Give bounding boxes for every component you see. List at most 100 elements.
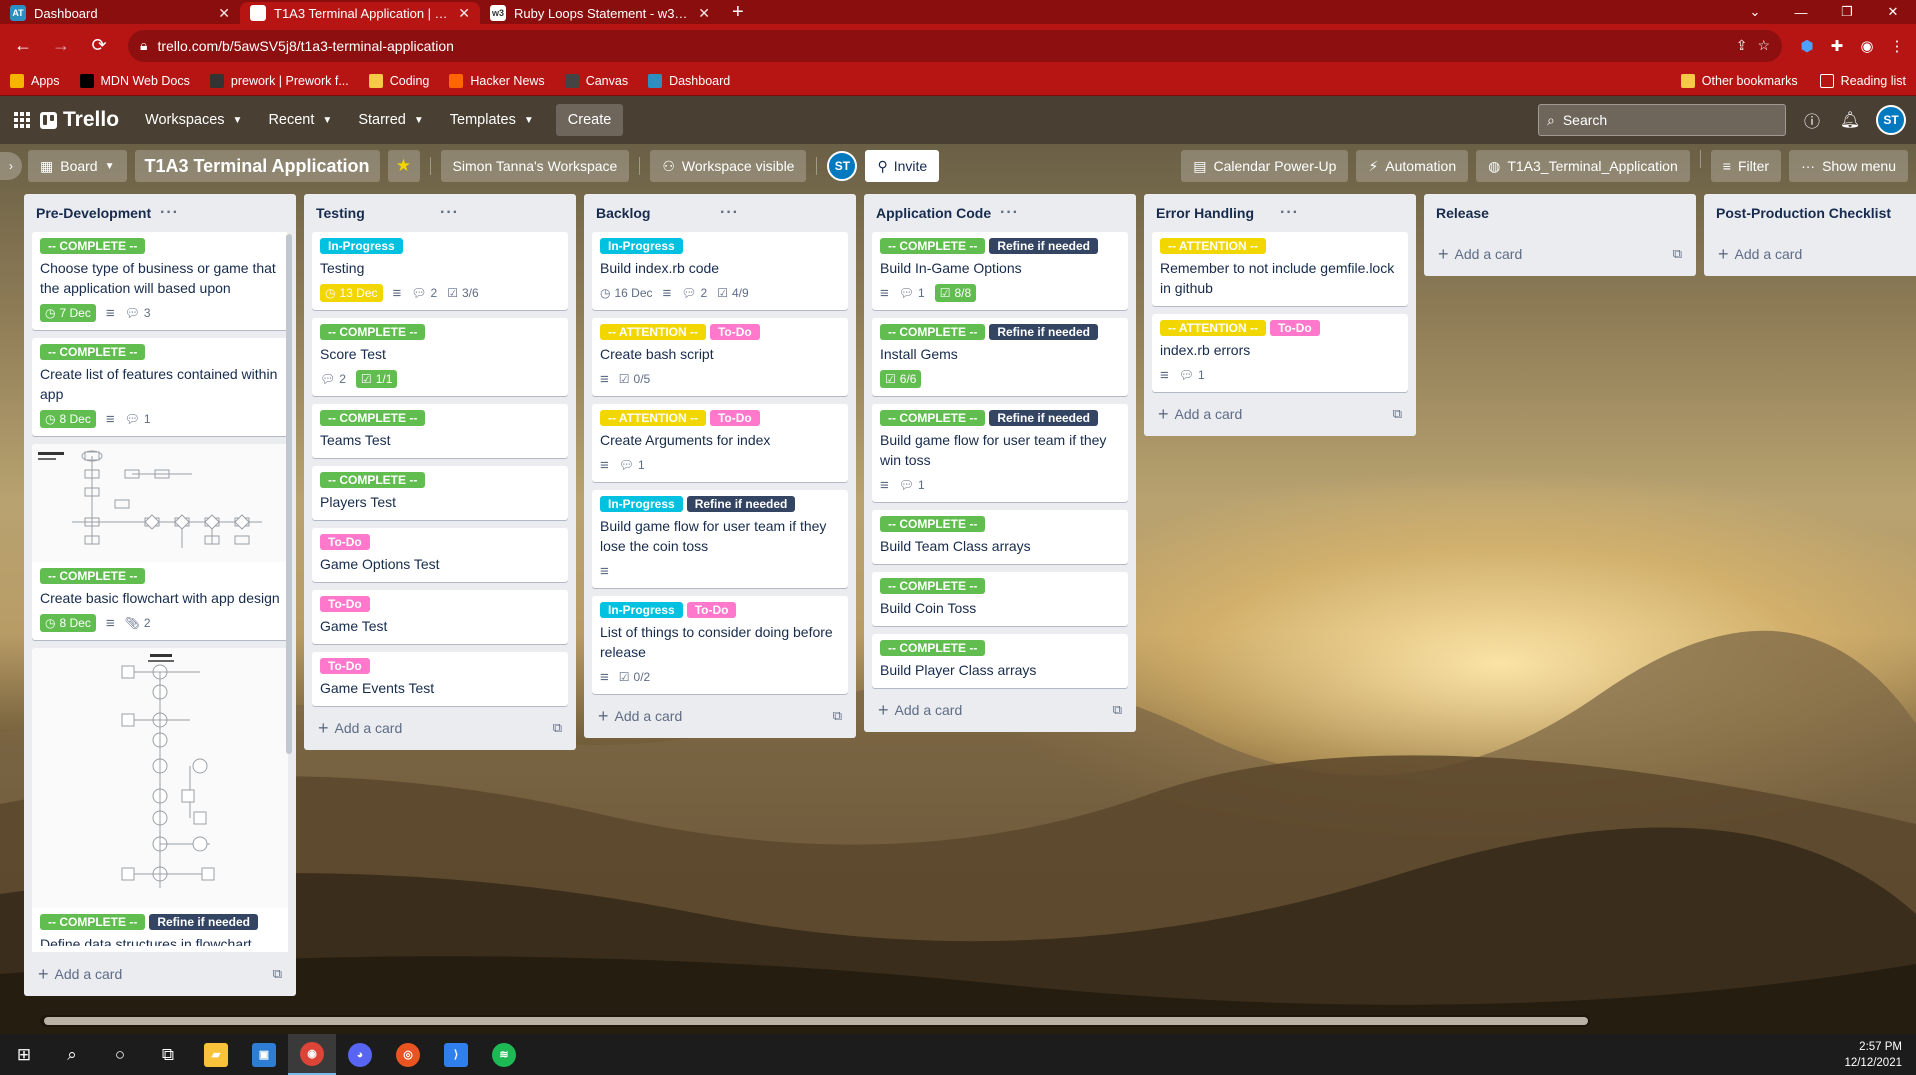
card[interactable]: -- COMPLETE -- Create list of features co… (32, 338, 288, 436)
list-title[interactable]: Pre-Development (36, 205, 160, 221)
show-menu-button[interactable]: ··· Show menu (1789, 150, 1908, 182)
extensions-puzzle-icon[interactable]: ✚ (1826, 35, 1848, 57)
taskbar-app-discord[interactable]: ◕ (336, 1034, 384, 1075)
scrollbar-thumb[interactable] (44, 1017, 1588, 1025)
bookmark-item[interactable]: Canvas (564, 74, 628, 88)
bookmark-item[interactable]: Hacker News (449, 74, 545, 88)
card[interactable]: To-Do Game Events Test (312, 652, 568, 706)
create-button[interactable]: Create (555, 104, 624, 136)
card-label[interactable]: -- COMPLETE -- (40, 568, 146, 584)
card-label[interactable]: -- COMPLETE -- (880, 238, 986, 254)
search-input[interactable]: ⌕ Search (1538, 104, 1786, 136)
card-label[interactable]: To-Do (320, 534, 370, 550)
new-tab-button[interactable]: + (720, 2, 756, 24)
list-header[interactable]: Post-Production Checklist (1704, 194, 1916, 232)
card-label[interactable]: -- COMPLETE -- (320, 410, 426, 426)
list-title[interactable]: Backlog (596, 205, 720, 221)
nav-recent[interactable]: Recent ▼ (258, 104, 342, 136)
card[interactable]: -- COMPLETE -- Refine if needed Build In-G… (872, 232, 1128, 310)
notifications-bell-icon[interactable]: 🔔︎ (1838, 108, 1862, 132)
due-date-badge[interactable]: ◷ 8 Dec (40, 410, 96, 428)
card-label[interactable]: -- COMPLETE -- (880, 410, 986, 426)
card[interactable]: -- COMPLETE -- Players Test (312, 466, 568, 520)
card-label[interactable]: In-Progress (600, 496, 683, 512)
card[interactable]: -- COMPLETE -- Teams Test (312, 404, 568, 458)
card-label[interactable]: To-Do (709, 410, 760, 426)
card[interactable]: In-Progress Refine if needed Build game fl… (592, 490, 848, 588)
bookmark-item[interactable]: Coding (368, 74, 429, 88)
card-label[interactable]: -- COMPLETE -- (880, 324, 986, 340)
card[interactable]: -- COMPLETE -- Refine if needed Install Ge… (872, 318, 1128, 396)
back-icon[interactable]: ← (8, 31, 38, 61)
card-label[interactable]: In-Progress (600, 238, 683, 254)
info-icon[interactable]: ⓘ (1800, 108, 1824, 132)
taskbar-app-spotify[interactable]: ≋ (480, 1034, 528, 1075)
card-label[interactable]: Refine if needed (989, 324, 1099, 340)
card[interactable]: In-Progress To-Do List of things to consid… (592, 596, 848, 694)
card-label[interactable]: To-Do (320, 596, 370, 612)
calendar-powerup-button[interactable]: ▤ Calendar Power-Up (1181, 150, 1349, 182)
tab-search-icon[interactable]: ⌄ (1732, 4, 1778, 20)
card[interactable]: -- ATTENTION -- To-Do Create bash script ≡ ☑… (592, 318, 848, 396)
reload-icon[interactable]: ⟳ (84, 31, 114, 61)
card[interactable]: To-Do Game Test (312, 590, 568, 644)
close-window-icon[interactable]: ✕ (1870, 4, 1916, 20)
search-icon[interactable]: ⌕ (48, 1034, 96, 1075)
card-label[interactable]: To-Do (1269, 320, 1320, 336)
card[interactable]: In-Progress Build index.rb code ◷ 16 Dec ≡ 💬︎… (592, 232, 848, 310)
trello-logo[interactable]: Trello (40, 108, 119, 132)
card-template-icon[interactable]: ⧉ (1673, 246, 1682, 262)
task-view-icon[interactable]: ⧉ (144, 1034, 192, 1075)
card-label[interactable]: -- ATTENTION -- (1160, 238, 1266, 254)
maximize-icon[interactable]: ❐ (1824, 4, 1870, 20)
card-label[interactable]: -- ATTENTION -- (600, 324, 706, 340)
add-card-button[interactable]: +Add a card⧉ (1712, 238, 1916, 270)
github-button[interactable]: ◍ T1A3_Terminal_Application (1476, 150, 1690, 182)
list-title[interactable]: Application Code (876, 205, 1000, 221)
card[interactable]: -- COMPLETE -- Score Test 💬︎ 2 ☑ 1/1 (312, 318, 568, 396)
card[interactable]: -- COMPLETE -- Refine if needed Build game… (872, 404, 1128, 502)
nav-templates[interactable]: Templates ▼ (440, 104, 544, 136)
taskbar-app-file-explorer[interactable]: ▰ (192, 1034, 240, 1075)
invite-button[interactable]: ⚲ Invite (865, 150, 940, 182)
card[interactable]: -- ATTENTION -- To-Do Create Arguments for… (592, 404, 848, 482)
board-horizontal-scrollbar[interactable] (40, 1015, 1590, 1027)
card-label[interactable]: -- COMPLETE -- (40, 238, 146, 254)
list-menu-icon[interactable]: ··· (160, 204, 284, 222)
taskbar-app-microsoft-store[interactable]: ▣ (240, 1034, 288, 1075)
add-card-button[interactable]: +Add a card⧉ (1152, 398, 1408, 430)
filter-button[interactable]: ≡ Filter (1710, 150, 1782, 182)
card-label[interactable]: -- COMPLETE -- (40, 914, 146, 930)
list-title[interactable]: Release (1436, 205, 1684, 221)
card-label[interactable]: -- COMPLETE -- (320, 324, 426, 340)
list-header[interactable]: Backlog ··· (584, 194, 856, 232)
app-switcher-icon[interactable] (10, 108, 34, 132)
browser-tab[interactable]: T1A3 Terminal Application | Trello ✕ (240, 2, 480, 24)
card-label[interactable]: To-Do (709, 324, 760, 340)
card-label[interactable]: -- ATTENTION -- (600, 410, 706, 426)
url-text[interactable]: trello.com/b/5awSV5j8/t1a3-terminal-appl… (157, 38, 1725, 54)
list-menu-icon[interactable]: ··· (1000, 204, 1124, 222)
sidebar-expand-icon[interactable]: › (0, 152, 22, 180)
card-label[interactable]: Refine if needed (989, 410, 1099, 426)
bookmark-item[interactable]: prework | Prework f... (209, 74, 349, 88)
card[interactable]: -- ATTENTION -- To-Do index.rb errors ≡ 💬︎ 1 (1152, 314, 1408, 392)
automation-button[interactable]: ⚡︎ Automation (1356, 150, 1469, 182)
card-label[interactable]: To-Do (320, 658, 370, 674)
bookmark-item[interactable]: Other bookmarks (1680, 74, 1798, 88)
due-date-badge[interactable]: ◷ 13 Dec (320, 284, 383, 302)
visibility-button[interactable]: ⚇ Workspace visible (650, 150, 807, 182)
windows-start-icon[interactable]: ⊞ (0, 1034, 48, 1075)
nav-workspaces[interactable]: Workspaces ▼ (135, 104, 252, 136)
user-avatar[interactable]: ST (1876, 105, 1906, 135)
taskbar-app-vscode[interactable]: ⟩ (432, 1034, 480, 1075)
due-date-badge[interactable]: ◷ 8 Dec (40, 614, 96, 632)
close-tab-icon[interactable]: ✕ (458, 5, 470, 22)
forward-icon[interactable]: → (46, 31, 76, 61)
list-header[interactable]: Application Code ··· (864, 194, 1136, 232)
taskbar-app-chrome[interactable]: ◉ (288, 1034, 336, 1075)
card-label[interactable]: Refine if needed (989, 238, 1099, 254)
cortana-icon[interactable]: ○ (96, 1034, 144, 1075)
card[interactable]: -- COMPLETE -- Choose type of business or… (32, 232, 288, 330)
list-menu-icon[interactable]: ··· (440, 204, 564, 222)
